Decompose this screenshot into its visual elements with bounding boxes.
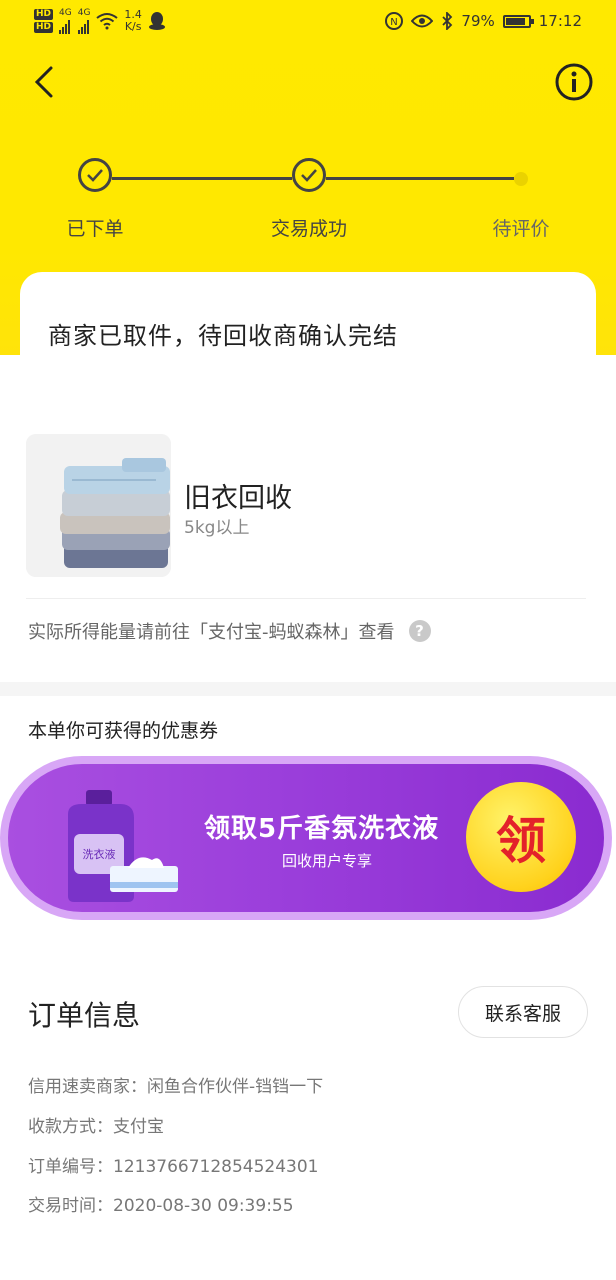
network-speed-unit: K/s	[124, 20, 142, 33]
check-icon	[87, 169, 103, 182]
bluetooth-icon	[442, 12, 453, 30]
energy-note: 实际所得能量请前往「支付宝-蚂蚁森林」查看 ?	[28, 618, 431, 644]
divider	[26, 598, 586, 599]
network-type-1: 4G	[59, 8, 72, 18]
battery-fill	[505, 17, 525, 25]
order-progress: 已下单 交易成功 待评价	[0, 150, 616, 250]
energy-note-text: 实际所得能量请前往「支付宝-蚂蚁森林」查看	[28, 622, 395, 643]
back-arrow-icon	[34, 66, 53, 98]
order-info-title: 订单信息	[28, 999, 141, 1032]
progress-line	[326, 177, 514, 180]
progress-line	[112, 177, 292, 180]
info-value: 1213766712854524301	[113, 1157, 319, 1177]
info-value: 2020-08-30 09:39:55	[113, 1196, 294, 1216]
info-value: 支付宝	[113, 1117, 164, 1137]
status-bar: HD HD 4G 4G 1.4 K/s N 79% 17:12	[0, 0, 616, 48]
check-icon	[301, 169, 317, 182]
info-value: 闲鱼合作伙伴-铛铛一下	[147, 1077, 324, 1097]
product-spec: 5kg以上	[184, 518, 250, 538]
nfc-icon: N	[385, 12, 404, 30]
back-button[interactable]	[24, 62, 64, 102]
info-row-merchant: 信用速卖商家：闲鱼合作伙伴-铛铛一下	[28, 1072, 323, 1097]
info-button[interactable]	[554, 62, 594, 102]
battery-percent: 79%	[461, 12, 495, 30]
info-label: 信用速卖商家：	[28, 1077, 147, 1097]
info-label: 交易时间：	[28, 1196, 113, 1216]
svg-text:N: N	[391, 17, 398, 28]
eye-icon	[411, 14, 434, 28]
coupon-main-text: 领取5斤香氛洗衣液	[204, 814, 440, 844]
network-type-2: 4G	[77, 8, 91, 18]
battery-icon	[502, 14, 534, 28]
hd-badge-2: HD	[34, 22, 54, 33]
info-row-order-number: 订单编号：1213766712854524301	[28, 1152, 319, 1177]
step-label-review: 待评价	[492, 218, 550, 240]
info-label: 收款方式：	[28, 1117, 113, 1137]
wifi-icon	[96, 13, 119, 30]
info-label: 订单编号：	[28, 1157, 113, 1177]
help-icon[interactable]: ?	[408, 620, 431, 642]
step-label-ordered: 已下单	[66, 218, 124, 240]
step-pending-dot	[514, 172, 528, 186]
status-bar-right: N 79% 17:12	[385, 12, 582, 30]
section-divider	[0, 682, 616, 696]
hd-badge-1: HD	[34, 9, 54, 20]
product-image	[26, 434, 171, 577]
tissue-image	[110, 857, 178, 892]
status-time: 17:12	[538, 12, 582, 30]
status-card: 商家已取件，待回收商确认完结	[20, 272, 596, 412]
claim-coupon-button[interactable]: 领	[466, 782, 576, 892]
info-row-payment: 收款方式：支付宝	[28, 1112, 164, 1137]
coupon-section-title: 本单你可获得的优惠券	[28, 720, 219, 742]
status-bar-left: HD HD 4G 4G 1.4 K/s	[34, 8, 166, 34]
coupon-banner[interactable]: 洗衣液 领取5斤香氛洗衣液 回收用户专享 领	[0, 756, 612, 920]
signal-icon	[77, 18, 91, 34]
info-icon	[555, 63, 593, 101]
step-label-success: 交易成功	[270, 218, 348, 240]
step-done-2	[292, 158, 326, 192]
product-name: 旧衣回收	[184, 483, 292, 514]
order-status-message: 商家已取件，待回收商确认完结	[48, 322, 398, 350]
signal-icon	[59, 18, 72, 34]
step-done-1	[78, 158, 112, 192]
info-row-trade-time: 交易时间：2020-08-30 09:39:55	[28, 1191, 294, 1216]
contact-service-button[interactable]: 联系客服	[458, 986, 588, 1038]
clothes-image	[26, 434, 171, 577]
coupon-sub-text: 回收用户专享	[282, 852, 373, 870]
qq-icon	[148, 12, 165, 30]
